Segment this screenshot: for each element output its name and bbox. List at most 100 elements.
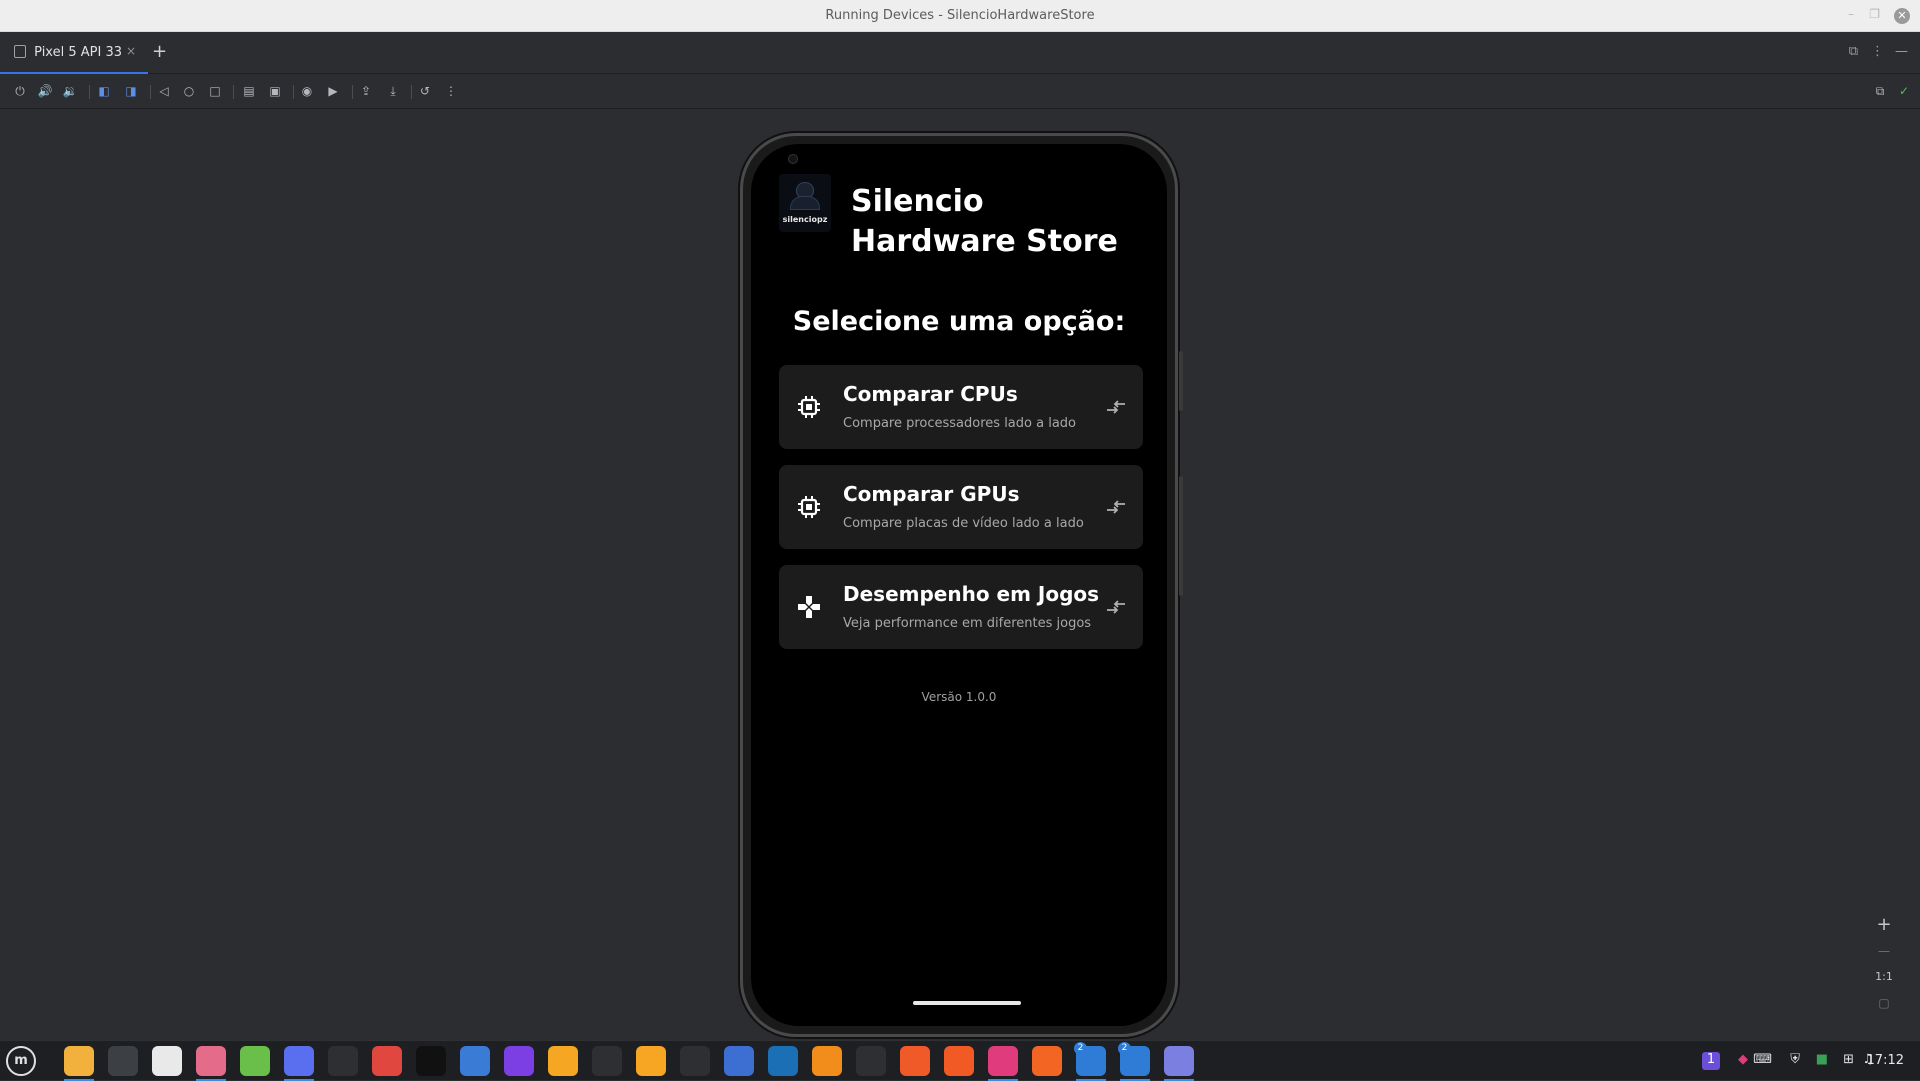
shield-icon[interactable]: ⛨	[1790, 1052, 1800, 1070]
os-taskbar: m 22 1 ◆ ⌨ ⛨ ■ ⊞ ♫ 17:12	[0, 1040, 1920, 1081]
gamepad-icon	[798, 596, 820, 618]
zoom-out-button[interactable]: —	[1870, 938, 1898, 964]
game-launcher-app-icon[interactable]	[548, 1046, 578, 1076]
update-app-icon[interactable]	[900, 1046, 930, 1076]
app-badge: 2	[1118, 1042, 1131, 1055]
overview-icon[interactable]: □	[207, 83, 223, 99]
device-icon	[14, 45, 26, 58]
workspace-indicator[interactable]: 1	[1702, 1052, 1720, 1070]
device-tab-bar: Pixel 5 API 33 × + ⧉ ⋮ —	[0, 32, 1920, 74]
start-menu-icon[interactable]: m	[6, 1046, 36, 1076]
notes-app-icon[interactable]	[1164, 1046, 1194, 1081]
emulator-toolbar: ⏻ 🔊 🔉 ◧ ◨ ◁ ○ □ ▤ ▣ ◉ ▶ ⇪ ⤓ ↺ ⋮ ⧉ ✓	[0, 75, 1920, 109]
more-icon[interactable]: ⋮	[443, 83, 459, 99]
vlc-app-icon[interactable]	[812, 1046, 842, 1076]
record-icon[interactable]: ▶	[325, 83, 341, 99]
brave-app-icon[interactable]	[944, 1046, 974, 1076]
android-studio-app-icon[interactable]: 2	[1074, 1042, 1106, 1081]
tab-pixel-5[interactable]: Pixel 5 API 33 ×	[0, 32, 148, 74]
podcast-app-icon[interactable]	[504, 1046, 534, 1076]
clock-app-icon[interactable]	[856, 1046, 886, 1076]
rotate-right-icon[interactable]: ◨	[123, 83, 139, 99]
window-titlebar: Running Devices - SilencioHardwareStore …	[0, 0, 1920, 32]
keyboard-icon[interactable]: ⌨	[1753, 1052, 1772, 1070]
controller-app-icon[interactable]	[592, 1046, 622, 1076]
logo-text: silenciopz	[782, 215, 828, 224]
compare-gpus-card[interactable]: Comparar GPUs Compare placas de vídeo la…	[779, 465, 1143, 549]
tab-label: Pixel 5 API 33	[34, 45, 122, 60]
section-title: Selecione uma opção:	[792, 306, 1126, 337]
volume-button[interactable]	[1179, 351, 1183, 411]
app-title: Silencio Hardware Store	[851, 184, 1118, 259]
files-app-icon[interactable]	[64, 1046, 94, 1081]
volume-down-icon[interactable]: 🔉	[62, 83, 78, 99]
device-frame: silenciopz Silencio Hardware Store Selec…	[740, 133, 1183, 1037]
compare-arrows-icon	[1107, 600, 1125, 614]
network-icon[interactable]: ⊞	[1843, 1052, 1854, 1070]
gesture-home-bar[interactable]	[913, 1001, 1021, 1005]
steam-app-icon[interactable]	[768, 1046, 798, 1076]
terminal-app-icon[interactable]	[416, 1046, 446, 1076]
home-icon[interactable]: ○	[181, 83, 197, 99]
camera-icon	[788, 154, 798, 164]
window-mode-icon[interactable]: ⧉	[1849, 44, 1858, 59]
mirror-icon[interactable]: ▣	[267, 83, 283, 99]
bookmarks-app-icon[interactable]	[724, 1046, 754, 1076]
fold-icon[interactable]: ▤	[241, 83, 257, 99]
game-performance-card[interactable]: Desempenho em Jogos Veja performance em …	[779, 565, 1143, 649]
export-icon[interactable]: ⇪	[358, 83, 374, 99]
calendar-app-icon[interactable]	[152, 1046, 182, 1076]
close-window-icon[interactable]: ✕	[1894, 8, 1910, 24]
qbittorrent-app-icon[interactable]	[460, 1046, 490, 1076]
compare-cpus-card[interactable]: Comparar CPUs Compare processadores lado…	[779, 365, 1143, 449]
app-logo: silenciopz	[779, 174, 831, 232]
jetbrains-toolbox-icon[interactable]: ◆	[1738, 1052, 1748, 1070]
options-icon[interactable]: ⋮	[1871, 44, 1884, 59]
zoom-fit-icon[interactable]: ▢	[1870, 990, 1898, 1016]
card-description: Compare placas de vídeo lado a lado	[843, 516, 1084, 531]
thermometer-app-icon[interactable]	[196, 1046, 226, 1081]
window-title: Running Devices - SilencioHardwareStore	[825, 8, 1095, 23]
card-description: Compare processadores lado a lado	[843, 416, 1076, 431]
power-icon[interactable]: ⏻	[12, 83, 28, 99]
add-tab-button[interactable]: +	[152, 41, 167, 62]
vpn-app-icon[interactable]	[284, 1046, 314, 1081]
draw-app-icon[interactable]	[1032, 1046, 1062, 1076]
zoom-in-button[interactable]: +	[1870, 912, 1898, 938]
app-version: Versão 1.0.0	[921, 690, 997, 704]
power-button[interactable]	[1179, 476, 1183, 596]
import-icon[interactable]: ⤓	[385, 83, 401, 99]
gimp-app-icon[interactable]	[636, 1046, 666, 1076]
rotate-left-icon[interactable]: ◧	[96, 83, 112, 99]
volume-up-icon[interactable]: 🔊	[37, 83, 53, 99]
hide-icon[interactable]: —	[1895, 44, 1908, 59]
close-tab-icon[interactable]: ×	[126, 44, 136, 58]
flag-icon[interactable]: ■	[1816, 1052, 1828, 1070]
device-screen[interactable]: silenciopz Silencio Hardware Store Selec…	[751, 144, 1167, 1026]
back-icon[interactable]: ◁	[156, 83, 172, 99]
device-mirror-icon[interactable]: ⧉	[1872, 83, 1888, 99]
maximize-icon[interactable]: ❐	[1869, 7, 1880, 21]
card-title: Comparar GPUs	[843, 482, 1020, 506]
screen-recorder-app-icon[interactable]	[372, 1046, 402, 1076]
compare-arrows-icon	[1107, 400, 1125, 414]
card-description: Veja performance em diferentes jogos	[843, 616, 1092, 631]
text-editor-app-icon[interactable]: 2	[1118, 1042, 1150, 1081]
clock[interactable]: 17:12	[1867, 1053, 1904, 1068]
zoom-controls: + — 1:1 ▢	[1870, 912, 1898, 1016]
screenshot-icon[interactable]: ◉	[299, 83, 315, 99]
color-picker-app-icon[interactable]	[680, 1046, 710, 1076]
compare-arrows-icon	[1107, 500, 1125, 514]
minimize-icon[interactable]: –	[1848, 7, 1854, 21]
calculator-app-icon[interactable]	[108, 1046, 138, 1076]
spreadsheet-app-icon[interactable]	[240, 1046, 270, 1076]
reset-icon[interactable]: ↺	[417, 83, 433, 99]
gpu-chip-icon	[798, 496, 820, 518]
card-title: Desempenho em Jogos	[843, 582, 1100, 606]
check-icon[interactable]: ✓	[1896, 83, 1912, 99]
video-editor-app-icon[interactable]	[328, 1046, 358, 1076]
cpu-chip-icon	[798, 396, 820, 418]
app-badge: 2	[1074, 1042, 1087, 1055]
zoom-actual-size-button[interactable]: 1:1	[1870, 964, 1898, 990]
jetbrains-app-icon[interactable]	[988, 1046, 1018, 1081]
